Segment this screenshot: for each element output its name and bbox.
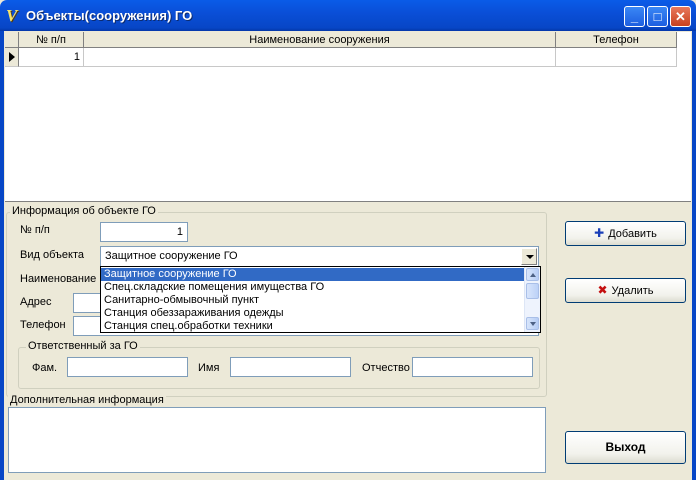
phone-label: Телефон xyxy=(20,319,66,331)
window-title: Объекты(сооружения) ГО xyxy=(26,8,193,23)
column-header-phone[interactable]: Телефон xyxy=(556,32,677,48)
object-type-value: Защитное сооружение ГО xyxy=(105,250,238,262)
app-icon: V xyxy=(6,6,18,25)
dropdown-option-0[interactable]: Защитное сооружение ГО xyxy=(101,268,525,281)
scroll-down-button[interactable] xyxy=(526,317,539,330)
add-button[interactable]: ✚ Добавить xyxy=(565,221,686,246)
chevron-up-icon xyxy=(530,273,536,277)
dropdown-scrollbar[interactable] xyxy=(524,267,540,332)
dropdown-option-3[interactable]: Станция обеззараживания одежды xyxy=(101,307,525,320)
scroll-up-button[interactable] xyxy=(526,268,539,281)
table-cell-num[interactable]: 1 xyxy=(19,48,84,67)
table-cell-name[interactable] xyxy=(84,48,556,67)
extra-info-title: Дополнительная информация xyxy=(8,394,166,406)
column-header-num[interactable]: № п/п xyxy=(19,32,84,48)
dropdown-button[interactable] xyxy=(521,248,537,265)
column-header-name[interactable]: Наименование сооружения xyxy=(84,32,556,48)
scroll-thumb[interactable] xyxy=(526,283,539,299)
patronymic-label: Отчество xyxy=(362,362,410,374)
chevron-down-icon xyxy=(530,322,536,326)
first-name-label: Имя xyxy=(198,362,220,374)
minimize-button[interactable]: _ xyxy=(624,6,645,27)
num-label: № п/п xyxy=(20,224,50,236)
type-label: Вид объекта xyxy=(20,249,84,261)
window-frame-right xyxy=(692,31,696,480)
objects-grid[interactable]: № п/п Наименование сооружения Телефон 1 xyxy=(5,32,691,202)
last-name-label: Фам. xyxy=(32,362,58,374)
first-name-field[interactable] xyxy=(230,357,351,377)
extra-info-textarea[interactable] xyxy=(8,407,546,473)
num-field[interactable]: 1 xyxy=(100,222,188,242)
minimize-icon: _ xyxy=(630,9,639,24)
responsible-group-title: Ответственный за ГО xyxy=(26,340,140,352)
dropdown-option-4[interactable]: Станция спец.обработки техники xyxy=(101,320,525,333)
window-frame-left xyxy=(0,31,4,480)
dropdown-option-1[interactable]: Спец.складские помещения имущества ГО xyxy=(101,281,525,294)
cross-icon: ✖ xyxy=(597,283,608,297)
close-icon: ✕ xyxy=(675,9,686,24)
current-row-arrow-icon xyxy=(9,52,15,62)
patronymic-field[interactable] xyxy=(412,357,533,377)
maximize-button[interactable]: □ xyxy=(647,6,668,27)
exit-button[interactable]: Выход xyxy=(565,431,686,464)
object-info-group-title: Информация об объекте ГО xyxy=(10,205,158,217)
table-cell-phone[interactable] xyxy=(556,48,677,67)
address-label: Адрес xyxy=(20,296,52,308)
delete-button-label: Удалить xyxy=(611,285,654,297)
maximize-icon: □ xyxy=(653,9,662,24)
dropdown-option-2[interactable]: Санитарно-обмывочный пункт xyxy=(101,294,525,307)
object-type-select[interactable]: Защитное сооружение ГО xyxy=(100,246,539,267)
delete-button[interactable]: ✖ Удалить xyxy=(565,278,686,303)
name-label: Наименование xyxy=(20,273,97,285)
plus-icon: ✚ xyxy=(594,226,605,240)
row-indicator[interactable] xyxy=(5,48,19,67)
last-name-field[interactable] xyxy=(67,357,188,377)
chevron-down-icon xyxy=(526,255,534,259)
object-type-dropdown[interactable]: Защитное сооружение ГО Спец.складские по… xyxy=(100,266,541,333)
close-button[interactable]: ✕ xyxy=(670,6,691,27)
grid-corner xyxy=(5,32,19,48)
add-button-label: Добавить xyxy=(608,228,657,240)
